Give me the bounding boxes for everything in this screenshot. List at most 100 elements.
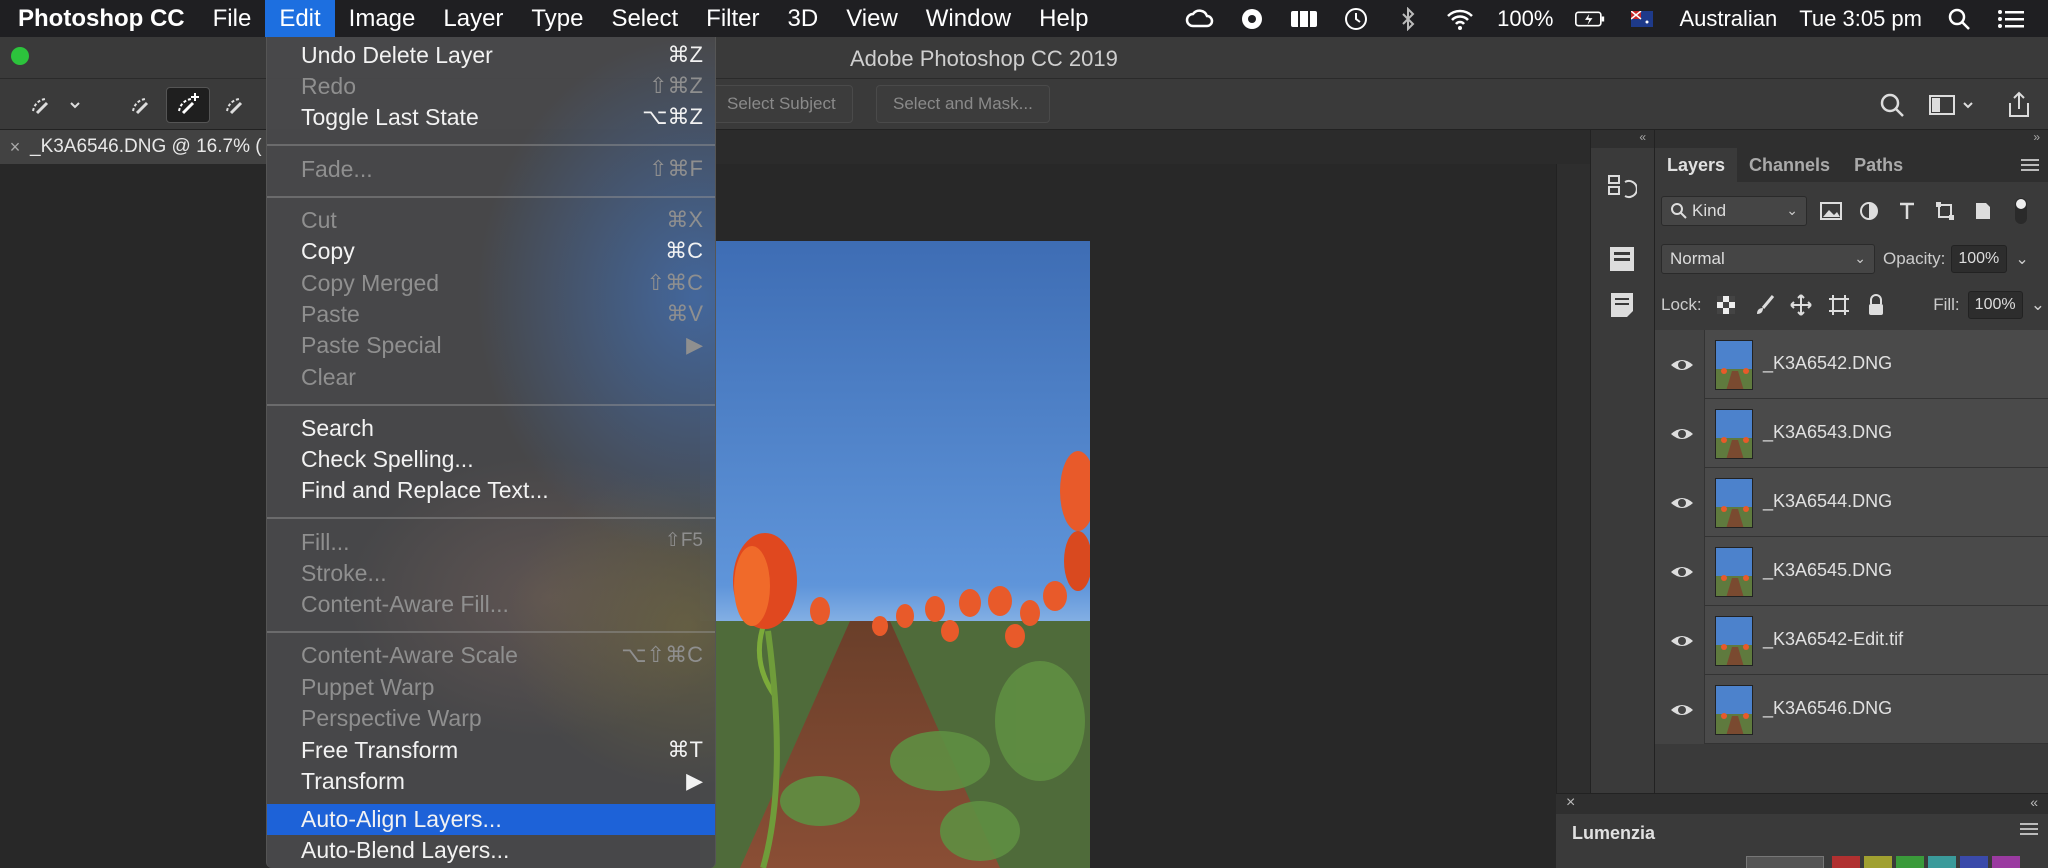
type-layer-filter-icon[interactable]: [1893, 197, 1921, 225]
select-subject-button[interactable]: Select Subject: [710, 85, 853, 123]
eye-icon[interactable]: [1669, 628, 1695, 654]
add-to-selection-icon[interactable]: [166, 87, 210, 123]
lock-image-pixels-icon[interactable]: [1751, 292, 1777, 318]
layer-name[interactable]: _K3A6542.DNG: [1763, 353, 1892, 374]
layer-name[interactable]: _K3A6544.DNG: [1763, 491, 1892, 512]
menu-item-check-spelling[interactable]: Check Spelling...: [267, 444, 715, 475]
menu-item-content-aware-scale[interactable]: Content-Aware Scale ⌥⇧⌘C: [267, 640, 715, 671]
yellow-swatch[interactable]: [1864, 856, 1892, 868]
magenta-swatch[interactable]: [1992, 856, 2020, 868]
input-source-label[interactable]: Australian: [1679, 6, 1777, 32]
blend-mode-select[interactable]: Normal ⌄: [1661, 244, 1875, 274]
layer-name[interactable]: _K3A6542-Edit.tif: [1763, 629, 1903, 650]
quick-selection-preset-picker[interactable]: [22, 87, 88, 123]
menu-help[interactable]: Help: [1025, 0, 1102, 37]
opacity-dropdown-icon[interactable]: ⌄: [2015, 249, 2028, 269]
menu-item-fill[interactable]: Fill... ⇧F5: [267, 527, 715, 558]
layer-name[interactable]: _K3A6543.DNG: [1763, 422, 1892, 443]
fill-dropdown-icon[interactable]: ⌄: [2031, 295, 2045, 315]
filter-toggle-icon[interactable]: [2007, 197, 2035, 225]
time-machine-icon[interactable]: [1341, 7, 1371, 31]
menu-item-stroke[interactable]: Stroke...: [267, 558, 715, 589]
close-icon[interactable]: ×: [1566, 794, 1575, 812]
tab-channels[interactable]: Channels: [1737, 148, 1842, 182]
menu-item-find-and-replace-text[interactable]: Find and Replace Text...: [267, 475, 715, 506]
tab-paths[interactable]: Paths: [1842, 148, 1915, 182]
menu-edit[interactable]: Edit: [265, 0, 335, 37]
menu-window[interactable]: Window: [912, 0, 1025, 37]
notes-panel-icon[interactable]: [1607, 290, 1637, 320]
document-image[interactable]: [700, 241, 1090, 868]
menu-item-fade[interactable]: Fade... ⇧⌘F: [267, 154, 715, 185]
panel-menu-icon[interactable]: [2020, 822, 2038, 841]
menu-item-auto-align-layers[interactable]: Auto-Align Layers...: [267, 804, 715, 835]
battery-icon[interactable]: [1575, 7, 1605, 31]
green-swatch[interactable]: [1896, 856, 1924, 868]
eye-icon[interactable]: [1669, 421, 1695, 447]
lock-artboard-icon[interactable]: [1826, 292, 1852, 318]
menu-item-paste[interactable]: Paste ⌘V: [267, 299, 715, 330]
clock[interactable]: Tue 3:05 pm: [1799, 6, 1922, 32]
new-selection-icon[interactable]: [120, 87, 164, 123]
red-swatch[interactable]: [1832, 856, 1860, 868]
eye-icon[interactable]: [1669, 697, 1695, 723]
menu-item-search[interactable]: Search: [267, 413, 715, 444]
canvas-scrollbar[interactable]: [1556, 164, 1590, 868]
menu-item-cut[interactable]: Cut ⌘X: [267, 205, 715, 236]
menu-item-copy-merged[interactable]: Copy Merged ⇧⌘C: [267, 268, 715, 299]
menu-filter[interactable]: Filter: [692, 0, 773, 37]
properties-panel-icon[interactable]: [1607, 244, 1637, 274]
filter-kind-select[interactable]: Kind ⌄: [1661, 196, 1807, 226]
menu-item-clear[interactable]: Clear: [267, 362, 715, 393]
fill-field[interactable]: 100%: [1967, 291, 2023, 319]
menu-item-perspective-warp[interactable]: Perspective Warp: [267, 703, 715, 734]
canvas-area[interactable]: [0, 164, 1556, 868]
collapse-strip-icon[interactable]: «: [1591, 130, 1654, 148]
eye-icon[interactable]: [1669, 490, 1695, 516]
collapse-panel-icon[interactable]: «: [2030, 794, 2038, 810]
menu-item-redo[interactable]: Redo ⇧⌘Z: [267, 71, 715, 102]
menu-item-puppet-warp[interactable]: Puppet Warp: [267, 672, 715, 703]
layer-row[interactable]: _K3A6543.DNG: [1655, 399, 2048, 468]
menu-item-undo-delete-layer[interactable]: Undo Delete Layer ⌘Z: [267, 40, 715, 71]
opacity-field[interactable]: 100%: [1951, 245, 2008, 273]
menu-layer[interactable]: Layer: [429, 0, 517, 37]
menu-item-copy[interactable]: Copy ⌘C: [267, 236, 715, 267]
search-icon[interactable]: [1878, 89, 1906, 121]
layer-row[interactable]: _K3A6546.DNG: [1655, 675, 2048, 744]
layer-row[interactable]: _K3A6544.DNG: [1655, 468, 2048, 537]
window-zoom-button[interactable]: [11, 47, 29, 65]
menu-view[interactable]: View: [832, 0, 912, 37]
subtract-from-selection-icon[interactable]: [214, 87, 258, 123]
layer-row[interactable]: _K3A6542-Edit.tif: [1655, 606, 2048, 675]
creative-cloud-icon[interactable]: [1185, 7, 1215, 31]
menu-item-transform[interactable]: Transform ▶: [267, 766, 715, 797]
menu-image[interactable]: Image: [335, 0, 430, 37]
menu-file[interactable]: File: [199, 0, 266, 37]
menu-type[interactable]: Type: [517, 0, 597, 37]
lock-all-icon[interactable]: [1864, 292, 1890, 318]
menu-select[interactable]: Select: [597, 0, 692, 37]
notification-center-icon[interactable]: [1996, 7, 2026, 31]
shape-layer-filter-icon[interactable]: [1931, 197, 1959, 225]
pixel-layer-filter-icon[interactable]: [1817, 197, 1845, 225]
wifi-icon[interactable]: [1445, 7, 1475, 31]
workspace-switcher-icon[interactable]: [1928, 89, 1976, 121]
cyan-swatch[interactable]: [1928, 856, 1956, 868]
menu-item-paste-special[interactable]: Paste Special ▶: [267, 330, 715, 361]
eye-icon[interactable]: [1669, 559, 1695, 585]
menu-item-content-aware-fill[interactable]: Content-Aware Fill...: [267, 589, 715, 620]
collapse-panel-icon[interactable]: »: [1655, 130, 2048, 148]
menu-item-auto-blend-layers[interactable]: Auto-Blend Layers...: [267, 835, 715, 866]
tab-lumenzia[interactable]: Lumenzia: [1564, 818, 1663, 848]
layer-name[interactable]: _K3A6545.DNG: [1763, 560, 1892, 581]
tab-layers[interactable]: Layers: [1655, 148, 1738, 182]
adjustment-layer-filter-icon[interactable]: [1855, 197, 1883, 225]
drive-icon[interactable]: [1289, 7, 1319, 31]
panel-menu-icon[interactable]: [2021, 156, 2039, 177]
close-tab-icon[interactable]: ×: [0, 137, 30, 158]
smart-object-filter-icon[interactable]: [1969, 197, 1997, 225]
select-and-mask-button[interactable]: Select and Mask...: [876, 85, 1050, 123]
layer-row[interactable]: _K3A6545.DNG: [1655, 537, 2048, 606]
australia-flag-icon[interactable]: [1627, 7, 1657, 31]
